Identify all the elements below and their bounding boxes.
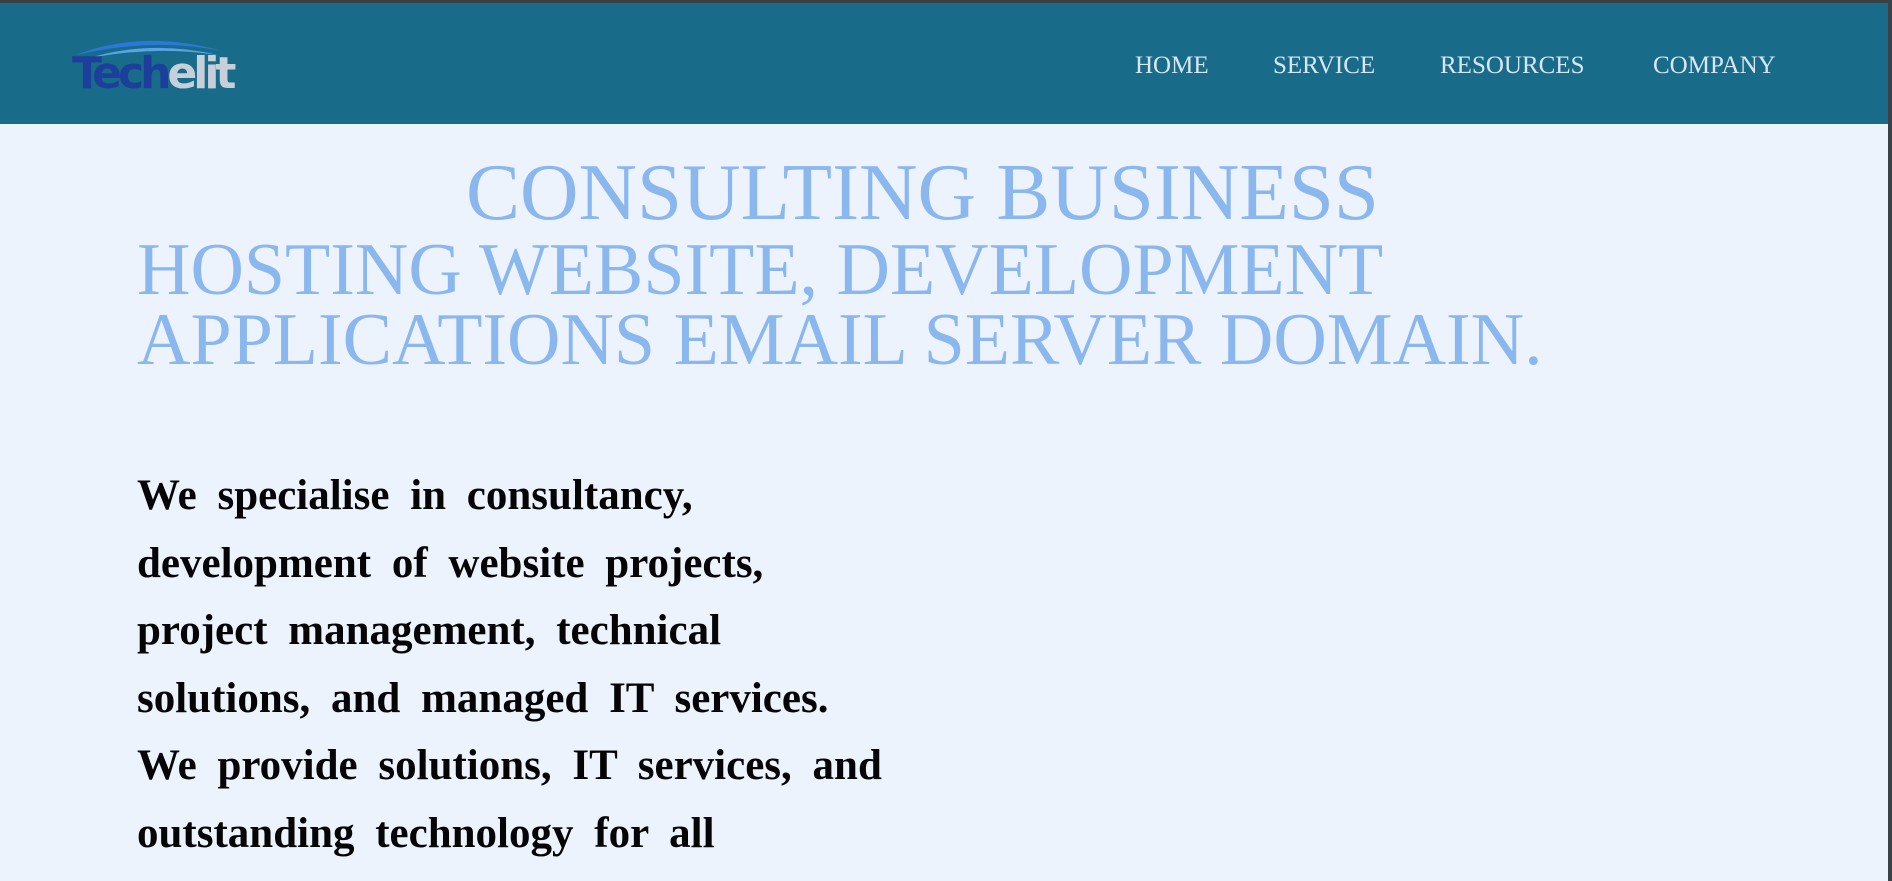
brand-logo[interactable]: Techelit	[72, 33, 252, 103]
page: Techelit HOME SERVICE RESOURCES COMPANY …	[0, 0, 1892, 881]
intro-line: We specialise in consultancy,	[137, 472, 693, 519]
window-right-border	[1888, 0, 1892, 881]
nav-home-link[interactable]: HOME	[1135, 51, 1209, 81]
nav-company-link[interactable]: COMPANY	[1653, 51, 1776, 81]
nav-resources-link[interactable]: RESOURCES	[1440, 51, 1584, 81]
intro-line: project management, technical	[137, 607, 722, 655]
nav-service-link[interactable]: SERVICE	[1273, 51, 1375, 81]
intro-line: development of website projects,	[137, 539, 764, 587]
hero-title: CONSULTING BUSINESS	[466, 147, 1379, 237]
brand-name: Techelit	[72, 48, 236, 99]
brand-name-part1: Tech	[72, 48, 171, 99]
hero-subtitle-line1: HOSTING WEBSITE, DEVELOPMENT	[137, 229, 1384, 311]
navbar: Techelit HOME SERVICE RESOURCES COMPANY	[0, 3, 1888, 124]
intro-paragraph: We specialise in consultancy, developmen…	[137, 462, 937, 868]
intro-line: We provide solutions, IT services, and	[137, 742, 882, 790]
hero-subtitle-line2: APPLICATIONS EMAIL SERVER DOMAIN.	[137, 299, 1543, 381]
intro-line: solutions, and managed IT services.	[137, 674, 829, 722]
brand-name-part2: elit	[167, 48, 236, 99]
intro-line: outstanding technology for all	[137, 809, 715, 857]
